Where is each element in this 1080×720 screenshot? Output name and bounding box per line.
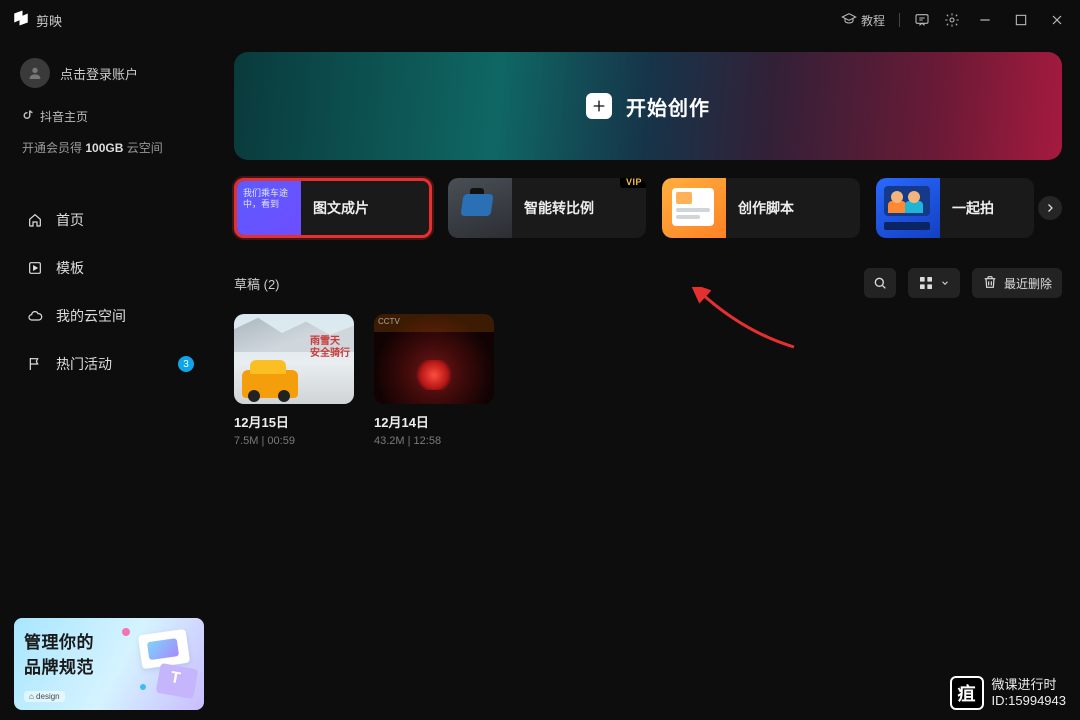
feature-row: 我们乘车途中，看到 图文成片 VIP 智能转比例 创作脚本: [234, 178, 1062, 238]
hero-label: 开始创作: [626, 92, 710, 121]
sidebar: 点击登录账户 抖音主页 开通会员得 100GB 云空间 首页 模板: [0, 40, 220, 720]
promo-decoration: [118, 628, 198, 700]
watermark-icon: 疽: [950, 676, 984, 710]
nav-activities-label: 热门活动: [56, 354, 112, 374]
watermark-line2: ID:15994943: [992, 693, 1066, 709]
tutorial-label: 教程: [861, 12, 885, 29]
flag-icon: [26, 355, 44, 373]
recent-delete-button[interactable]: 最近删除: [972, 268, 1062, 298]
vip-badge: VIP: [620, 178, 646, 188]
scroll-next-button[interactable]: [1038, 196, 1062, 220]
promo-tag: ⌂ design: [24, 691, 65, 702]
settings-button[interactable]: [944, 12, 960, 28]
trash-icon: [982, 274, 998, 293]
nav-cloud-label: 我的云空间: [56, 306, 126, 326]
minimize-button[interactable]: [974, 9, 996, 31]
cloud-icon: [26, 307, 44, 325]
draft-thumb-2: CCTV: [374, 314, 494, 404]
app-name: 剪映: [36, 11, 62, 30]
tutorial-link[interactable]: 教程: [841, 11, 885, 30]
app-logo-icon: [12, 9, 30, 32]
nav-templates[interactable]: 模板: [14, 248, 206, 288]
douyin-label: 抖音主页: [40, 108, 88, 125]
drafts-grid: 雨雪天 安全骑行 12月15日 7.5M | 00:59 CCTV 12月14日…: [234, 314, 1062, 447]
nav-list: 首页 模板 我的云空间 热门活动 3: [14, 200, 206, 384]
watermark-line1: 微课进行时: [992, 677, 1066, 693]
plus-icon: [586, 93, 612, 119]
membership-promo[interactable]: 开通会员得 100GB 云空间: [14, 131, 206, 164]
feature-thumb-4: [876, 178, 940, 238]
drafts-header: 草稿 (2) 最近删除: [234, 268, 1062, 298]
feature-label-4: 一起拍: [952, 198, 994, 218]
draft-item-2[interactable]: CCTV 12月14日 43.2M | 12:58: [374, 314, 494, 447]
draft-item-1[interactable]: 雨雪天 安全骑行 12月15日 7.5M | 00:59: [234, 314, 354, 447]
drafts-title: 草稿 (2): [234, 274, 864, 293]
nav-templates-label: 模板: [56, 258, 84, 278]
draft-title-1: 12月15日: [234, 412, 354, 431]
activities-badge: 3: [178, 356, 194, 372]
draft-meta-2: 43.2M | 12:58: [374, 435, 494, 447]
feature-label-2: 智能转比例: [524, 198, 594, 218]
close-button[interactable]: [1046, 9, 1068, 31]
start-creation-banner[interactable]: 开始创作: [234, 52, 1062, 160]
feedback-button[interactable]: [914, 12, 930, 28]
draft-thumb-1: 雨雪天 安全骑行: [234, 314, 354, 404]
feature-card-script[interactable]: 创作脚本: [662, 178, 860, 238]
draft-title-2: 12月14日: [374, 412, 494, 431]
home-icon: [26, 211, 44, 229]
graduation-cap-icon: [841, 11, 857, 30]
watermark: 疽 微课进行时 ID:15994943: [950, 676, 1066, 710]
nav-activities[interactable]: 热门活动 3: [14, 344, 206, 384]
view-mode-button[interactable]: [908, 268, 960, 298]
titlebar: 剪映 教程: [0, 0, 1080, 40]
douyin-home-link[interactable]: 抖音主页: [14, 102, 206, 131]
nav-cloud[interactable]: 我的云空间: [14, 296, 206, 336]
nav-home[interactable]: 首页: [14, 200, 206, 240]
draft-meta-1: 7.5M | 00:59: [234, 435, 354, 447]
login-text: 点击登录账户: [60, 64, 138, 83]
douyin-icon: [22, 109, 34, 124]
feature-card-shoot-together[interactable]: 一起拍: [876, 178, 1034, 238]
feature-thumb-3: [662, 178, 726, 238]
templates-icon: [26, 259, 44, 277]
divider: [899, 13, 900, 27]
avatar-placeholder-icon: [20, 58, 50, 88]
recent-delete-label: 最近删除: [1004, 275, 1052, 292]
feature-card-smart-ratio[interactable]: VIP 智能转比例: [448, 178, 646, 238]
feature-card-image-to-video[interactable]: 我们乘车途中，看到 图文成片: [234, 178, 432, 238]
feature-label-3: 创作脚本: [738, 198, 794, 218]
login-row[interactable]: 点击登录账户: [14, 50, 206, 102]
content: 开始创作 我们乘车途中，看到 图文成片 VIP 智能转比例 创作脚本: [220, 40, 1080, 720]
search-button[interactable]: [864, 268, 896, 298]
nav-home-label: 首页: [56, 210, 84, 230]
feature-thumb-2: [448, 178, 512, 238]
maximize-button[interactable]: [1010, 9, 1032, 31]
brand-promo-card[interactable]: 管理你的 品牌规范 ⌂ design: [14, 618, 204, 710]
feature-thumb-1: 我们乘车途中，看到: [237, 178, 301, 238]
thumb1-caption: 我们乘车途中，看到: [243, 188, 301, 211]
feature-label-1: 图文成片: [313, 198, 369, 218]
